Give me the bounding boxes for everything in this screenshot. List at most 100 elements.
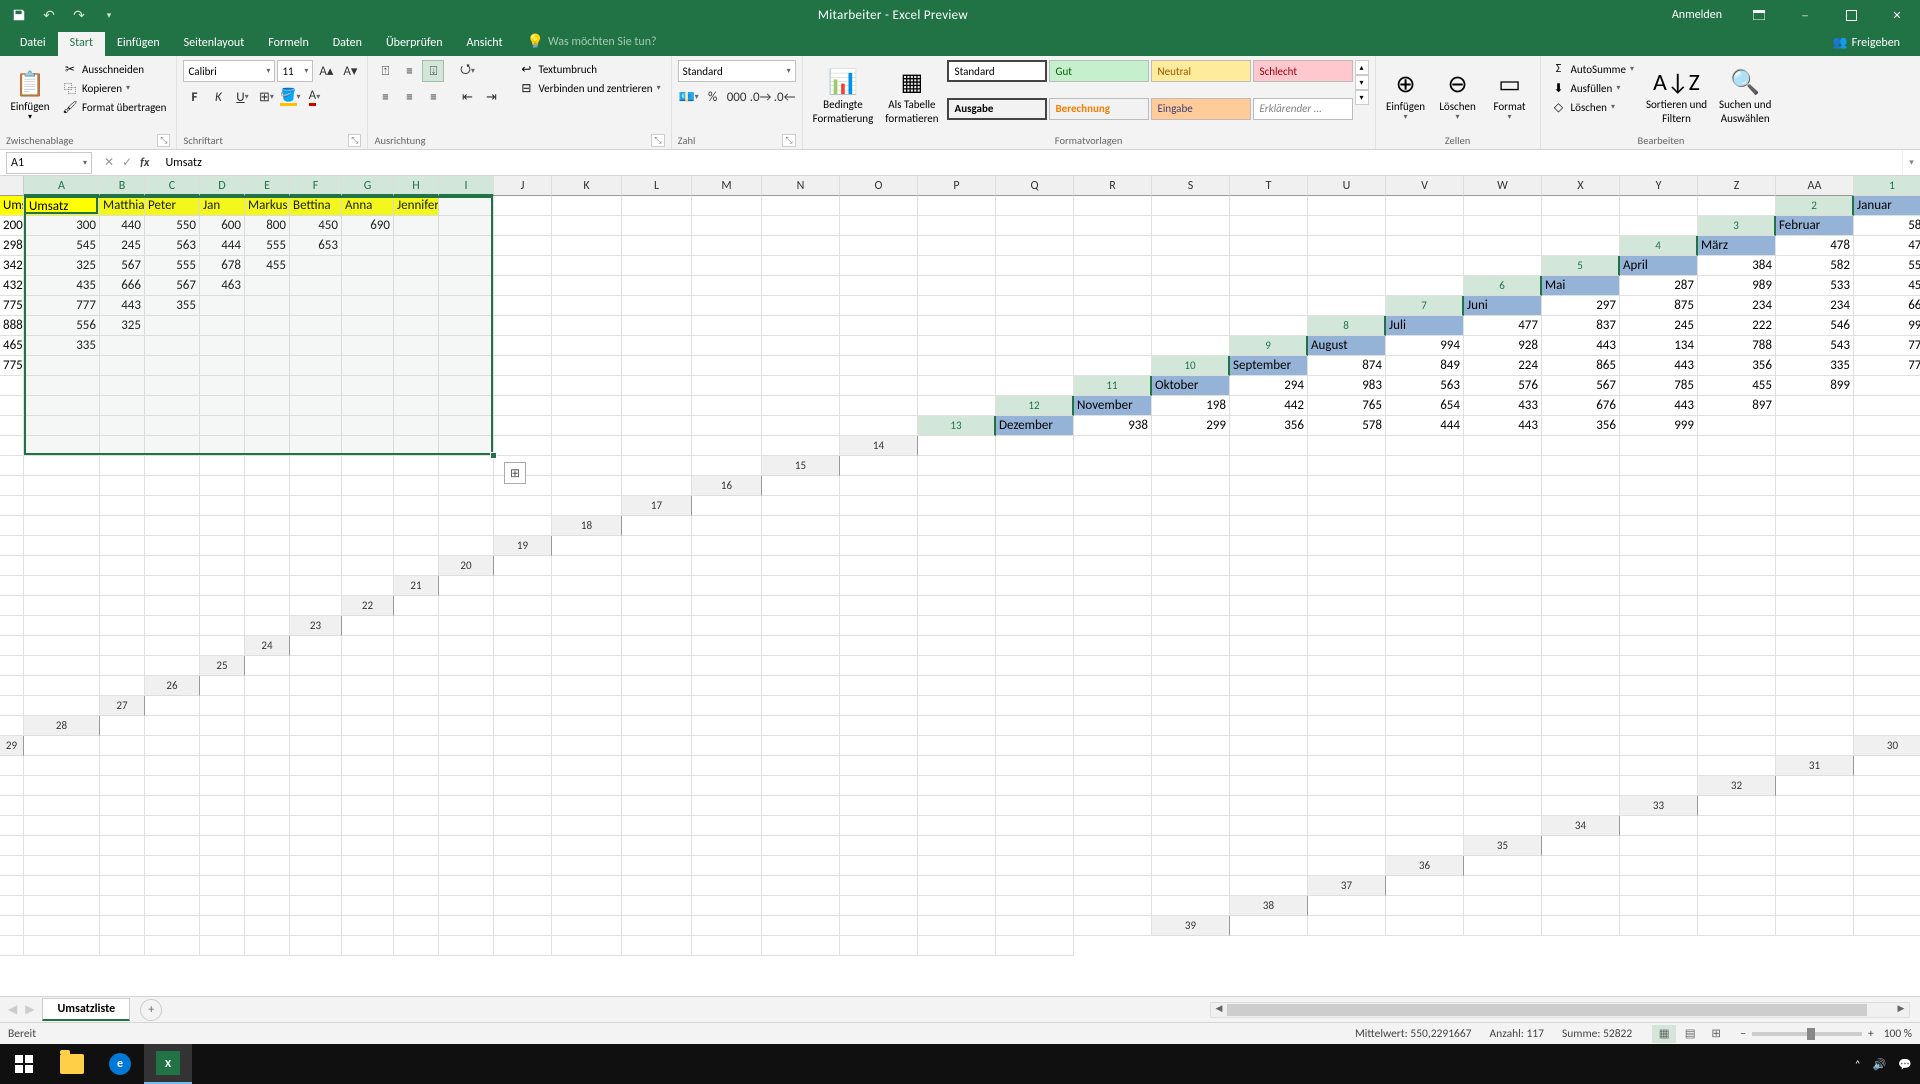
cell[interactable] — [494, 896, 552, 916]
cell[interactable] — [918, 476, 996, 496]
cell[interactable] — [145, 536, 200, 556]
cell[interactable] — [552, 556, 622, 576]
cell[interactable] — [918, 336, 996, 356]
cell[interactable] — [762, 596, 840, 616]
cell[interactable] — [0, 396, 24, 416]
cell[interactable] — [1386, 816, 1464, 836]
cell[interactable] — [439, 756, 494, 776]
paste-button[interactable]: 📋 Einfügen ▾ — [6, 60, 54, 133]
row-header[interactable]: 33 — [1620, 796, 1698, 816]
cell[interactable] — [24, 856, 100, 876]
cell[interactable] — [200, 336, 245, 356]
cell[interactable]: 477 — [1464, 316, 1542, 336]
cell[interactable] — [1854, 416, 1920, 436]
cell[interactable] — [1464, 536, 1542, 556]
cell[interactable] — [762, 376, 840, 396]
cell[interactable] — [918, 276, 996, 296]
cell[interactable] — [762, 496, 840, 516]
cell[interactable] — [290, 316, 342, 336]
cell[interactable]: Markus — [245, 196, 290, 216]
cell[interactable] — [1854, 456, 1920, 476]
formula-expand-icon[interactable]: ▾ — [1902, 150, 1920, 175]
cell[interactable] — [692, 776, 762, 796]
cell[interactable] — [692, 496, 762, 516]
cell[interactable] — [692, 836, 762, 856]
cell[interactable] — [24, 656, 100, 676]
cell[interactable] — [494, 756, 552, 776]
row-header[interactable]: 10 — [1152, 356, 1230, 376]
cell[interactable]: 355 — [145, 296, 200, 316]
cell[interactable] — [762, 656, 840, 676]
cell[interactable] — [494, 736, 552, 756]
cell[interactable] — [762, 276, 840, 296]
cell[interactable] — [1542, 836, 1620, 856]
font-color-button[interactable]: A▾ — [303, 86, 325, 108]
cell[interactable] — [552, 716, 622, 736]
cell[interactable] — [100, 796, 145, 816]
cell[interactable] — [494, 316, 552, 336]
cell[interactable] — [762, 296, 840, 316]
row-header[interactable]: 8 — [1308, 316, 1386, 336]
cell[interactable]: 928 — [1464, 336, 1542, 356]
underline-button[interactable]: U▾ — [231, 86, 253, 108]
cell[interactable] — [552, 416, 622, 436]
cell[interactable] — [622, 936, 692, 956]
cell[interactable] — [290, 736, 342, 756]
cell[interactable] — [290, 776, 342, 796]
column-header[interactable]: M — [692, 176, 762, 196]
cell[interactable]: 567 — [100, 256, 145, 276]
cell[interactable] — [1074, 256, 1152, 276]
cell[interactable] — [245, 376, 290, 396]
increase-indent-icon[interactable]: ⇥ — [480, 86, 502, 108]
enter-icon[interactable]: ✓ — [122, 155, 132, 170]
cell[interactable]: 563 — [145, 236, 200, 256]
cell[interactable] — [1542, 896, 1620, 916]
cell[interactable] — [996, 376, 1074, 396]
cell[interactable]: 465 — [0, 336, 24, 356]
cell[interactable] — [1386, 876, 1464, 896]
row-header[interactable]: 26 — [145, 676, 200, 696]
file-explorer-taskbar-icon[interactable] — [48, 1044, 96, 1084]
sort-filter-button[interactable]: A↓ZSortieren und Filtern — [1642, 60, 1711, 133]
row-header[interactable]: 20 — [439, 556, 494, 576]
cell[interactable]: Oktober — [1152, 376, 1230, 396]
cell[interactable] — [439, 636, 494, 656]
cell[interactable] — [1308, 656, 1386, 676]
cell[interactable] — [840, 656, 918, 676]
cell[interactable] — [200, 496, 245, 516]
cell[interactable] — [622, 756, 692, 776]
cell[interactable] — [1230, 596, 1308, 616]
cell[interactable] — [394, 276, 439, 296]
cell[interactable] — [1464, 456, 1542, 476]
row-header[interactable]: 35 — [1464, 836, 1542, 856]
cell[interactable] — [1308, 556, 1386, 576]
cell[interactable] — [1854, 656, 1920, 676]
cell[interactable] — [1152, 456, 1230, 476]
cell[interactable] — [1464, 196, 1542, 216]
cell[interactable] — [918, 556, 996, 576]
cell[interactable] — [0, 436, 24, 456]
style-gut[interactable]: Gut — [1049, 60, 1149, 82]
cell[interactable] — [439, 356, 494, 376]
cell[interactable] — [996, 276, 1074, 296]
gallery-scroll-up-icon[interactable]: ▴ — [1355, 60, 1369, 75]
cell[interactable] — [245, 496, 290, 516]
cell[interactable] — [1464, 436, 1542, 456]
cell[interactable] — [1074, 576, 1152, 596]
cell[interactable] — [494, 636, 552, 656]
cell[interactable] — [692, 696, 762, 716]
column-header[interactable]: R — [1074, 176, 1152, 196]
scroll-right-icon[interactable]: ▶ — [1893, 1003, 1909, 1017]
cell[interactable] — [840, 676, 918, 696]
formula-input[interactable]: Umsatz — [157, 156, 1902, 170]
cell[interactable] — [290, 436, 342, 456]
cell[interactable] — [245, 796, 290, 816]
page-layout-view-icon[interactable]: ▤ — [1678, 1025, 1702, 1043]
cell[interactable] — [996, 896, 1074, 916]
cell[interactable] — [200, 836, 245, 856]
cell[interactable] — [840, 316, 918, 336]
cell[interactable] — [200, 456, 245, 476]
cell[interactable] — [1854, 636, 1920, 656]
column-header[interactable]: I — [439, 176, 494, 196]
cell[interactable] — [0, 796, 24, 816]
